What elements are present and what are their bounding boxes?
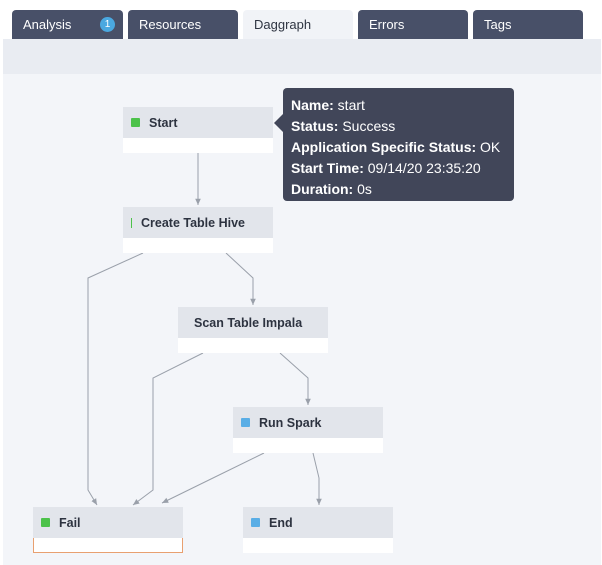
node-create-table-hive[interactable]: Create Table Hive — [123, 207, 273, 253]
tab-analysis-label: Analysis — [23, 17, 72, 32]
graph-toolbar — [3, 39, 601, 74]
node-run-spark[interactable]: Run Spark — [233, 407, 383, 453]
node-start[interactable]: Start — [123, 107, 273, 153]
tab-resources-label: Resources — [139, 17, 202, 32]
tab-errors[interactable]: Errors — [358, 10, 468, 39]
tab-tags-label: Tags — [484, 17, 512, 32]
tooltip-duration-row: Duration: 0s — [291, 181, 372, 197]
node-label: Start — [149, 115, 178, 130]
tooltip-app-status-row: Application Specific Status: OK — [291, 139, 501, 155]
tab-bar: Analysis 1 Resources Daggraph Errors Tag… — [0, 0, 602, 39]
status-running-icon — [251, 518, 260, 527]
node-end[interactable]: End — [243, 507, 393, 553]
tab-daggraph[interactable]: Daggraph — [243, 10, 353, 39]
node-label: Scan Table Impala — [194, 315, 303, 330]
tooltip-name-row: Name: start — [291, 97, 365, 113]
tab-tags[interactable]: Tags — [473, 10, 583, 39]
status-running-icon — [241, 418, 250, 427]
node-label: Create Table Hive — [141, 215, 245, 230]
tooltip-start-time-row: Start Time: 09/14/20 23:35:20 — [291, 160, 481, 176]
node-label: Run Spark — [259, 415, 322, 430]
status-success-icon — [41, 518, 50, 527]
status-progress-icon — [131, 217, 132, 228]
tab-errors-label: Errors — [369, 17, 405, 32]
tab-analysis-badge: 1 — [100, 17, 115, 32]
tab-resources[interactable]: Resources — [128, 10, 238, 39]
tab-daggraph-label: Daggraph — [254, 17, 312, 32]
status-success-icon — [131, 118, 140, 127]
node-tooltip: Name: start Status: Success Application … — [274, 88, 514, 201]
node-fail[interactable]: Fail — [33, 507, 183, 553]
node-label: Fail — [59, 515, 81, 530]
tab-analysis[interactable]: Analysis 1 — [12, 10, 123, 39]
tooltip-status-row: Status: Success — [291, 118, 396, 134]
node-label: End — [269, 515, 293, 530]
node-scan-table-impala[interactable]: Scan Table Impala — [178, 307, 328, 353]
